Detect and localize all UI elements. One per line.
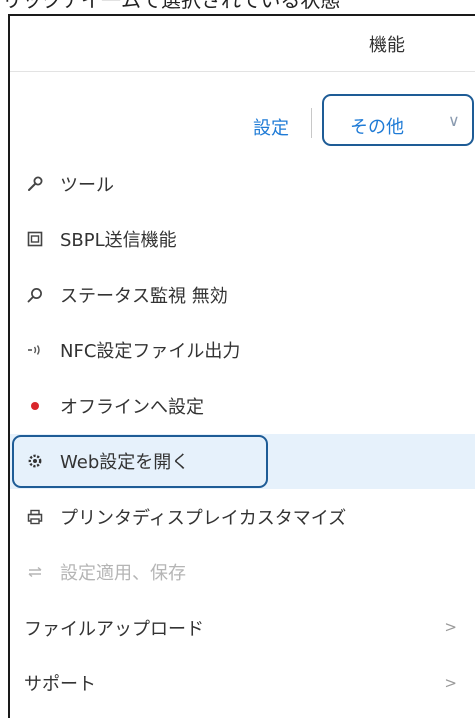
- gear-icon: [24, 450, 46, 472]
- menu-item-label: ステータス監視 無効: [60, 285, 228, 307]
- tab-other[interactable]: その他 ∨: [322, 94, 474, 146]
- panel-title: 機能: [369, 35, 405, 56]
- status-dot-icon: [24, 395, 46, 417]
- menu-item-status-monitor[interactable]: ステータス監視 無効: [10, 267, 475, 323]
- menu-item-tools[interactable]: ツール: [10, 156, 475, 212]
- nfc-icon: [24, 339, 46, 361]
- tab-settings[interactable]: 設定: [253, 114, 289, 140]
- menu-item-label: 設定適用、保存: [60, 563, 186, 585]
- printer-icon: [24, 506, 46, 528]
- title-bar: 機能: [10, 16, 475, 72]
- tab-bar: 設定 その他 ∨: [10, 92, 475, 150]
- chevron-right-icon: >: [444, 673, 457, 692]
- menu-item-support[interactable]: サポート >: [10, 656, 475, 712]
- magnifier-icon: [24, 284, 46, 306]
- functions-panel: 機能 設定 その他 ∨ ツール SBPL送信機能 ステータス監視 無効 NFC設…: [8, 14, 475, 718]
- menu-item-printer-display[interactable]: プリンタディスプレイカスタマイズ: [10, 489, 475, 545]
- chevron-right-icon: >: [444, 618, 457, 636]
- menu-item-open-web-settings[interactable]: Web設定を開く: [10, 433, 475, 489]
- apply-arrows-icon: [24, 561, 46, 583]
- document-icon: [24, 228, 46, 250]
- menu-item-sbpl[interactable]: SBPL送信機能: [10, 212, 475, 268]
- menu-item-label: Web設定を開く: [60, 452, 190, 474]
- chevron-down-icon: ∨: [448, 111, 460, 130]
- menu-item-label: サポート: [24, 674, 96, 696]
- menu-item-label: NFC設定ファイル出力: [60, 341, 241, 363]
- tab-divider: [311, 108, 312, 138]
- menu-item-label: プリンタディスプレイカスタマイズ: [60, 507, 347, 529]
- tab-other-label: その他: [350, 117, 404, 138]
- menu-item-file-upload[interactable]: ファイルアップロード >: [10, 600, 475, 656]
- menu-item-label: オフラインへ設定: [60, 396, 204, 418]
- menu-item-label: ツール: [60, 174, 114, 196]
- menu-item-label: ファイルアップロード: [24, 618, 204, 640]
- wrench-icon: [24, 173, 46, 195]
- menu-item-offline[interactable]: オフラインへ設定: [10, 378, 475, 434]
- top-caption: リックアイ一ムで選択されている状態: [2, 0, 341, 12]
- other-menu: ツール SBPL送信機能 ステータス監視 無効 NFC設定ファイル出力 オフライ…: [10, 156, 475, 711]
- menu-item-apply-save: 設定適用、保存: [10, 545, 475, 601]
- menu-item-label: SBPL送信機能: [60, 230, 177, 252]
- menu-item-nfc[interactable]: NFC設定ファイル出力: [10, 323, 475, 379]
